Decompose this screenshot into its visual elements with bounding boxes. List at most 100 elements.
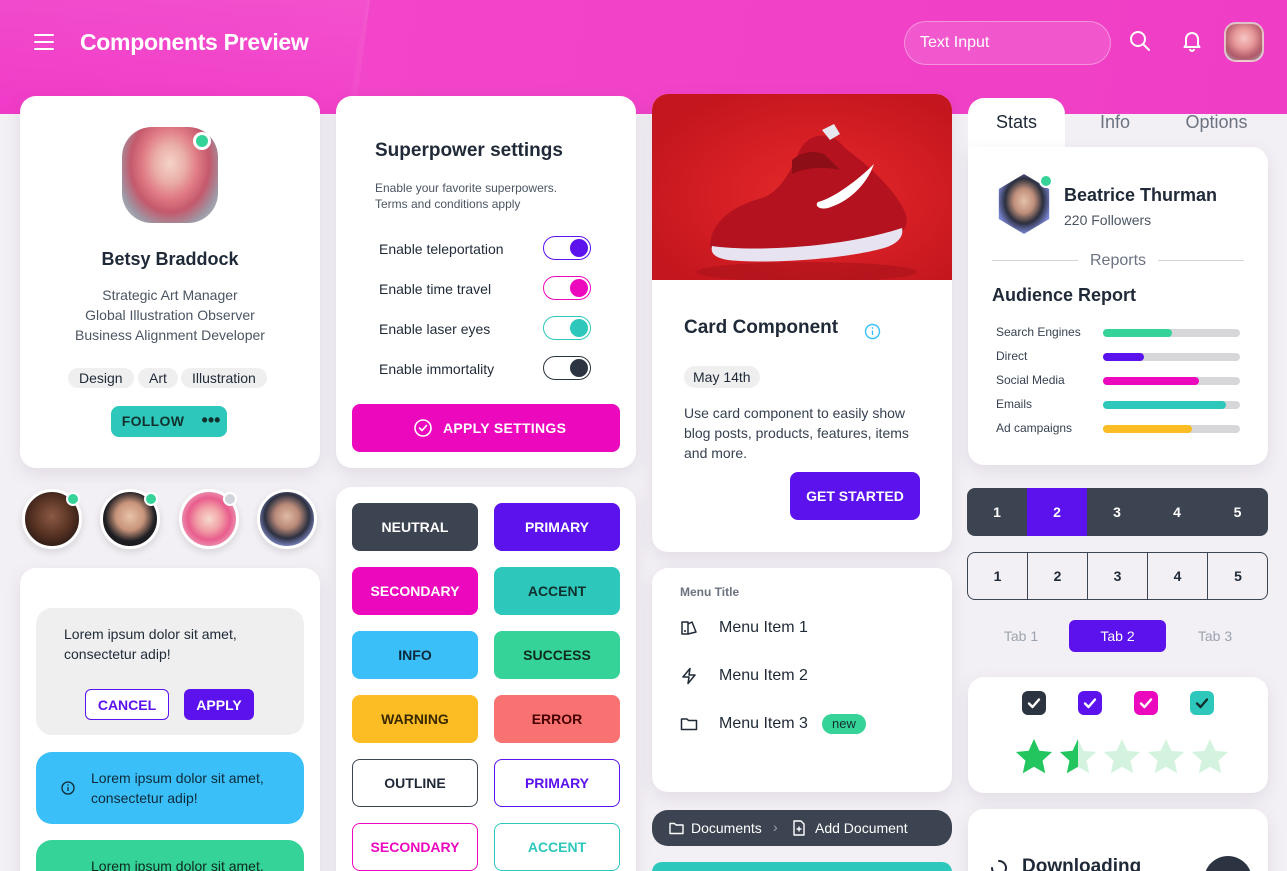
pagination-filled: 1 2 3 4 5 — [967, 488, 1268, 536]
hamburger-icon[interactable] — [34, 34, 54, 50]
info-button[interactable]: INFO — [352, 631, 478, 679]
menu-item-1[interactable]: Menu Item 1 — [668, 608, 936, 648]
page-button-1[interactable]: 1 — [967, 488, 1027, 536]
avatar-3[interactable] — [179, 489, 239, 549]
tab-2[interactable]: Tab 2 — [1069, 620, 1166, 652]
star-icon[interactable] — [1102, 737, 1142, 777]
progress-track — [1103, 353, 1240, 361]
apply-settings-label: APPLY SETTINGS — [443, 420, 567, 436]
chevron-right-icon: › — [773, 819, 778, 835]
follow-button[interactable]: FOLLOW — [111, 406, 195, 437]
online-indicator — [1039, 174, 1053, 188]
spinner-icon — [991, 860, 1007, 871]
info-icon[interactable] — [864, 323, 881, 340]
avatar-2[interactable] — [100, 489, 160, 549]
navbar: Components Preview — [0, 0, 1287, 86]
outline-accent-button[interactable]: ACCENT — [494, 823, 620, 871]
menu-item-3[interactable]: Menu Item 3 new — [668, 704, 936, 744]
avatar-1[interactable] — [22, 489, 82, 549]
checkbox-accent[interactable] — [1190, 691, 1214, 715]
bar-label: Ad campaigns — [996, 421, 1073, 435]
checkbox-neutral[interactable] — [1022, 691, 1046, 715]
user-avatar[interactable] — [1224, 22, 1264, 62]
page-button-4[interactable]: 4 — [1148, 553, 1208, 599]
search-input[interactable] — [904, 21, 1111, 65]
progress-track — [1103, 425, 1240, 433]
page-button-3[interactable]: 3 — [1088, 553, 1148, 599]
tag-design: Design — [68, 368, 134, 388]
profile-name: Betsy Braddock — [101, 249, 239, 269]
buttons-card: NEUTRAL PRIMARY SECONDARY ACCENT INFO SU… — [336, 487, 636, 871]
page-button-3[interactable]: 3 — [1087, 488, 1147, 536]
tab-stats[interactable]: Stats — [968, 98, 1065, 147]
folder-icon — [680, 718, 698, 731]
menu-item-label: Menu Item 2 — [719, 667, 808, 684]
outline-primary-button[interactable]: PRIMARY — [494, 759, 620, 807]
bar-label: Social Media — [996, 373, 1065, 387]
primary-button[interactable]: PRIMARY — [494, 503, 620, 551]
warning-button[interactable]: WARNING — [352, 695, 478, 743]
bell-icon[interactable] — [1179, 28, 1205, 54]
cancel-button[interactable]: CANCEL — [85, 689, 169, 720]
page-button-5[interactable]: 5 — [1207, 488, 1268, 536]
reports-label: Reports — [1089, 252, 1147, 269]
online-indicator — [66, 492, 80, 506]
outline-button[interactable]: OUTLINE — [352, 759, 478, 807]
menu-item-2[interactable]: Menu Item 2 — [668, 656, 936, 696]
palette-icon — [681, 621, 697, 635]
toggle-immortality[interactable] — [543, 356, 591, 380]
page-button-2[interactable]: 2 — [1028, 553, 1088, 599]
menu-card: Menu Title Menu Item 1 Menu Item 2 Menu … — [652, 568, 952, 792]
toggle-teleportation[interactable] — [543, 236, 591, 260]
star-icon[interactable] — [1146, 737, 1186, 777]
tab-1[interactable]: Tab 1 — [974, 620, 1068, 652]
info-alert-text: Lorem ipsum dolor sit amet, consectetur … — [91, 770, 264, 806]
outline-secondary-button[interactable]: SECONDARY — [352, 823, 478, 871]
apply-settings-button[interactable]: APPLY SETTINGS — [352, 404, 620, 452]
checkbox-primary[interactable] — [1078, 691, 1102, 715]
lightning-icon — [682, 667, 696, 685]
page-button-1[interactable]: 1 — [968, 553, 1028, 599]
superpower-card: Superpower settings Enable your favorite… — [336, 96, 636, 468]
page-button-2[interactable]: 2 — [1027, 488, 1087, 536]
checkbox-secondary[interactable] — [1134, 691, 1158, 715]
success-button[interactable]: SUCCESS — [494, 631, 620, 679]
menu-title: Menu Title — [680, 585, 740, 599]
info-icon — [61, 781, 75, 795]
page-button-4[interactable]: 4 — [1147, 488, 1207, 536]
get-started-button[interactable]: GET STARTED — [790, 472, 920, 520]
tab-3[interactable]: Tab 3 — [1168, 620, 1262, 652]
toggle-laser-eyes[interactable] — [543, 316, 591, 340]
dialog-alert-text: Lorem ipsum dolor sit amet, consectetur … — [64, 626, 237, 662]
stats-card: Beatrice Thurman 220 Followers Reports A… — [968, 147, 1268, 465]
star-icon[interactable] — [1014, 737, 1054, 777]
toggle-time-travel[interactable] — [543, 276, 591, 300]
profile-role-2: Global Illustration Observer — [85, 307, 255, 323]
profile-role-1: Strategic Art Manager — [102, 287, 238, 303]
folder-icon — [669, 822, 684, 835]
accent-button[interactable]: ACCENT — [494, 567, 620, 615]
breadcrumb-add-document[interactable]: Add Document — [815, 820, 908, 836]
apply-button[interactable]: APPLY — [184, 689, 254, 720]
page-button-5[interactable]: 5 — [1208, 553, 1267, 599]
tag-art: Art — [138, 368, 178, 388]
progress-fill — [1103, 401, 1227, 409]
neutral-button[interactable]: NEUTRAL — [352, 503, 478, 551]
superpower-title: Superpower settings — [375, 140, 563, 161]
star-icon[interactable] — [1058, 737, 1098, 777]
search-icon[interactable] — [1127, 28, 1153, 54]
progress-track — [1103, 329, 1240, 337]
progress-fill — [1103, 329, 1172, 337]
secondary-button[interactable]: SECONDARY — [352, 567, 478, 615]
avatar-4[interactable] — [257, 489, 317, 549]
offline-indicator — [223, 492, 237, 506]
more-options-button[interactable]: ••• — [195, 406, 227, 437]
online-indicator — [144, 492, 158, 506]
tab-info[interactable]: Info — [1065, 98, 1165, 147]
star-icon[interactable] — [1190, 737, 1230, 777]
online-indicator — [193, 132, 211, 150]
error-button[interactable]: ERROR — [494, 695, 620, 743]
tab-options[interactable]: Options — [1165, 98, 1268, 147]
breadcrumb-documents[interactable]: Documents — [691, 820, 762, 836]
bar-label: Direct — [996, 349, 1028, 363]
